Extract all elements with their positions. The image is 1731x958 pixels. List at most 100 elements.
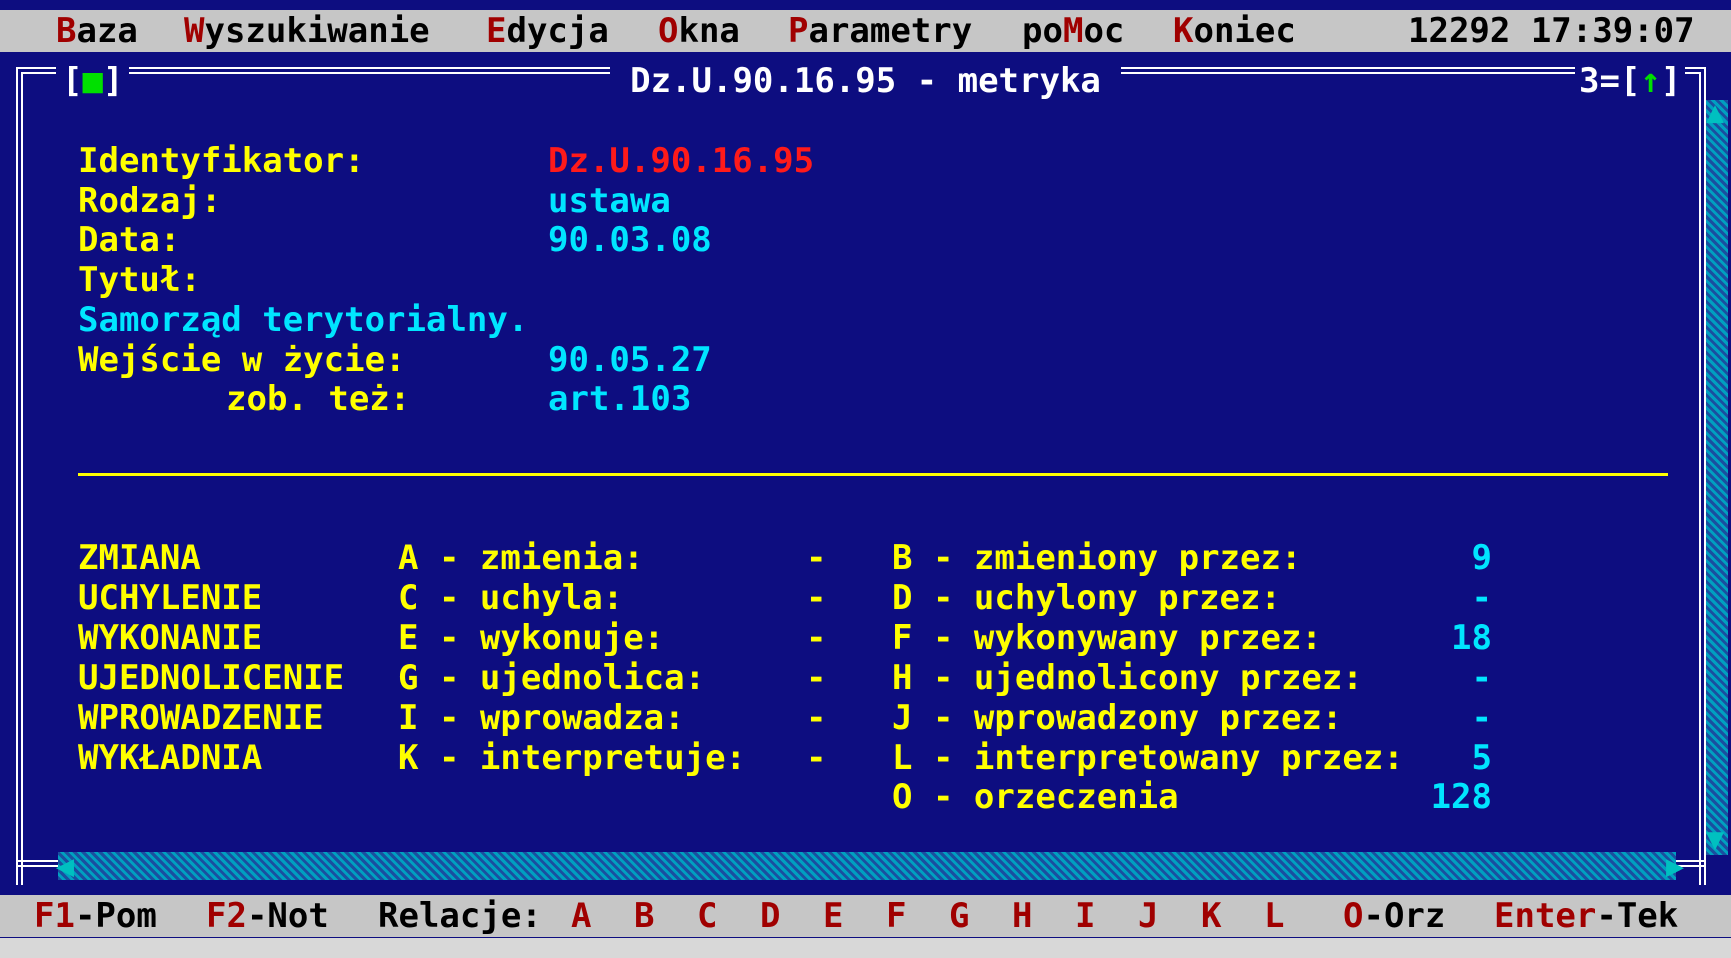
relation-right[interactable]: F - wykonywany przez:	[892, 618, 1322, 658]
relation-left[interactable]: K - interpretuje:	[398, 738, 746, 778]
relation-right[interactable]: D - uchylony przez:	[892, 578, 1281, 618]
relation-right-key: H	[892, 658, 913, 698]
scroll-left-arrow-icon[interactable]: ◀	[56, 852, 74, 882]
horizontal-scrollbar[interactable]	[58, 852, 1676, 880]
menu-pomoc-prefix: po	[1022, 11, 1063, 51]
relation-left[interactable]: G - ujednolica:	[398, 658, 705, 698]
relation-key-c[interactable]: C	[697, 895, 717, 937]
scroll-up-arrow-icon[interactable]: ▲	[1706, 98, 1724, 128]
tytul-value: Samorząd terytorialny.	[78, 300, 529, 340]
window-close-button[interactable]: [■]	[56, 60, 130, 102]
relation-right[interactable]: B - zmieniony przez:	[892, 538, 1301, 578]
relation-left-text: interpretuje:	[479, 738, 747, 778]
zob-value: art.103	[548, 379, 692, 419]
relation-right-key: L	[892, 738, 913, 778]
identyfikator-label: Identyfikator:	[78, 141, 365, 181]
relation-right-key: F	[892, 618, 913, 658]
relation-left-key: K	[398, 738, 419, 778]
menu-edycja-label: dycja	[506, 11, 609, 51]
relation-key-i[interactable]: I	[1075, 895, 1095, 937]
relation-left-key: A	[398, 538, 419, 578]
orzeczenia-value: 128	[1430, 777, 1492, 817]
menu-wyszukiwanie-label: yszukiwanie	[204, 11, 430, 51]
relation-left-value: -	[806, 698, 827, 738]
f1-key: F1	[34, 896, 75, 936]
relation-right-key: J	[892, 698, 913, 738]
orzeczenia-text: orzeczenia	[973, 777, 1179, 817]
relation-right-text: zmieniony przez:	[973, 538, 1302, 578]
relation-key-g[interactable]: G	[949, 895, 969, 937]
data-label: Data:	[78, 220, 181, 260]
wejscie-value: 90.05.27	[548, 340, 712, 380]
orzeczenia-link[interactable]: O - orzeczenia	[892, 777, 1179, 817]
relation-right-value: 9	[1471, 538, 1492, 578]
separator-line	[78, 473, 1668, 476]
status-bar: F1-Pom F2-Not Relacje: A B C D E F G H I…	[0, 895, 1731, 937]
f1-help-shortcut[interactable]: F1-Pom	[34, 895, 157, 937]
enter-text: -Tek	[1596, 896, 1679, 936]
relation-key-k[interactable]: K	[1201, 895, 1221, 937]
relation-category: UJEDNOLICENIE	[78, 658, 345, 698]
relation-key-d[interactable]: D	[760, 895, 780, 937]
menu-koniec-label: oniec	[1193, 11, 1296, 51]
orz-key: O	[1343, 896, 1364, 936]
enter-text-shortcut[interactable]: Enter-Tek	[1494, 895, 1678, 937]
menu-okna[interactable]: Okna	[658, 10, 740, 52]
menu-bar: Baza Wyszukiwanie Edycja Okna Parametry …	[0, 10, 1731, 52]
menu-pomoc-label: oc	[1083, 11, 1125, 51]
relation-right-value: 5	[1471, 738, 1492, 778]
relation-right-text: interpretowany przez:	[973, 738, 1404, 778]
relation-left-text: wykonuje:	[479, 618, 665, 658]
clock: 12292 17:39:07	[1408, 11, 1695, 51]
relation-key-l[interactable]: L	[1264, 895, 1284, 937]
relation-category: WPROWADZENIE	[78, 698, 324, 738]
menu-edycja[interactable]: Edycja	[486, 10, 609, 52]
scroll-down-arrow-icon[interactable]: ▼	[1706, 825, 1724, 855]
menu-pomoc-hotkey: M	[1062, 11, 1084, 51]
relation-right-value: -	[1471, 698, 1492, 738]
relation-left[interactable]: C - uchyla:	[398, 578, 623, 618]
enter-key: Enter	[1494, 896, 1597, 936]
taskbar-strip	[0, 938, 1731, 958]
menu-okna-label: kna	[678, 11, 740, 51]
relation-right-key: D	[892, 578, 913, 618]
window-number-zoom[interactable]: 3=[↑]	[1575, 60, 1686, 102]
menu-parametry[interactable]: Parametry	[788, 10, 972, 52]
orzeczenia-shortcut[interactable]: O-Orz	[1343, 895, 1445, 937]
relation-right-value: 18	[1451, 618, 1492, 658]
relation-key-h[interactable]: H	[1012, 895, 1032, 937]
data-value: 90.03.08	[548, 220, 712, 260]
orz-text: -Orz	[1363, 896, 1446, 936]
relation-right[interactable]: J - wprowadzony przez:	[892, 698, 1342, 738]
f2-text: -Not	[246, 896, 329, 936]
relation-key-j[interactable]: J	[1138, 895, 1158, 937]
relation-key-f[interactable]: F	[886, 895, 906, 937]
f2-notes-shortcut[interactable]: F2-Not	[206, 895, 329, 937]
relation-right[interactable]: L - interpretowany przez:	[892, 738, 1404, 778]
relation-right-value: -	[1471, 658, 1492, 698]
relation-key-a[interactable]: A	[571, 895, 591, 937]
relation-right[interactable]: H - ujednolicony przez:	[892, 658, 1363, 698]
relation-left-text: uchyla:	[479, 578, 624, 618]
relation-category: WYKŁADNIA	[78, 738, 263, 778]
rodzaj-label: Rodzaj:	[78, 181, 222, 221]
relation-left[interactable]: I - wprowadza:	[398, 698, 685, 738]
f2-key: F2	[206, 896, 247, 936]
menu-wyszukiwanie[interactable]: Wyszukiwanie	[184, 10, 430, 52]
vertical-scrollbar[interactable]	[1706, 100, 1728, 855]
relation-category: UCHYLENIE	[78, 578, 263, 618]
scroll-right-arrow-icon[interactable]: ▶	[1666, 852, 1684, 882]
relation-key-b[interactable]: B	[634, 895, 654, 937]
relation-left[interactable]: A - zmienia:	[398, 538, 644, 578]
relation-left-text: ujednolica:	[479, 658, 706, 698]
menu-koniec[interactable]: Koniec	[1173, 10, 1296, 52]
relation-left[interactable]: E - wykonuje:	[398, 618, 664, 658]
relation-left-value: -	[806, 658, 827, 698]
relation-left-value: -	[806, 578, 827, 618]
relation-left-key: C	[398, 578, 419, 618]
dos-screen: Baza Wyszukiwanie Edycja Okna Parametry …	[0, 0, 1731, 958]
menu-baza[interactable]: Baza	[56, 10, 138, 52]
relation-key-e[interactable]: E	[823, 895, 843, 937]
menu-pomoc[interactable]: poMoc	[1022, 10, 1124, 52]
relation-left-text: wprowadza:	[479, 698, 685, 738]
